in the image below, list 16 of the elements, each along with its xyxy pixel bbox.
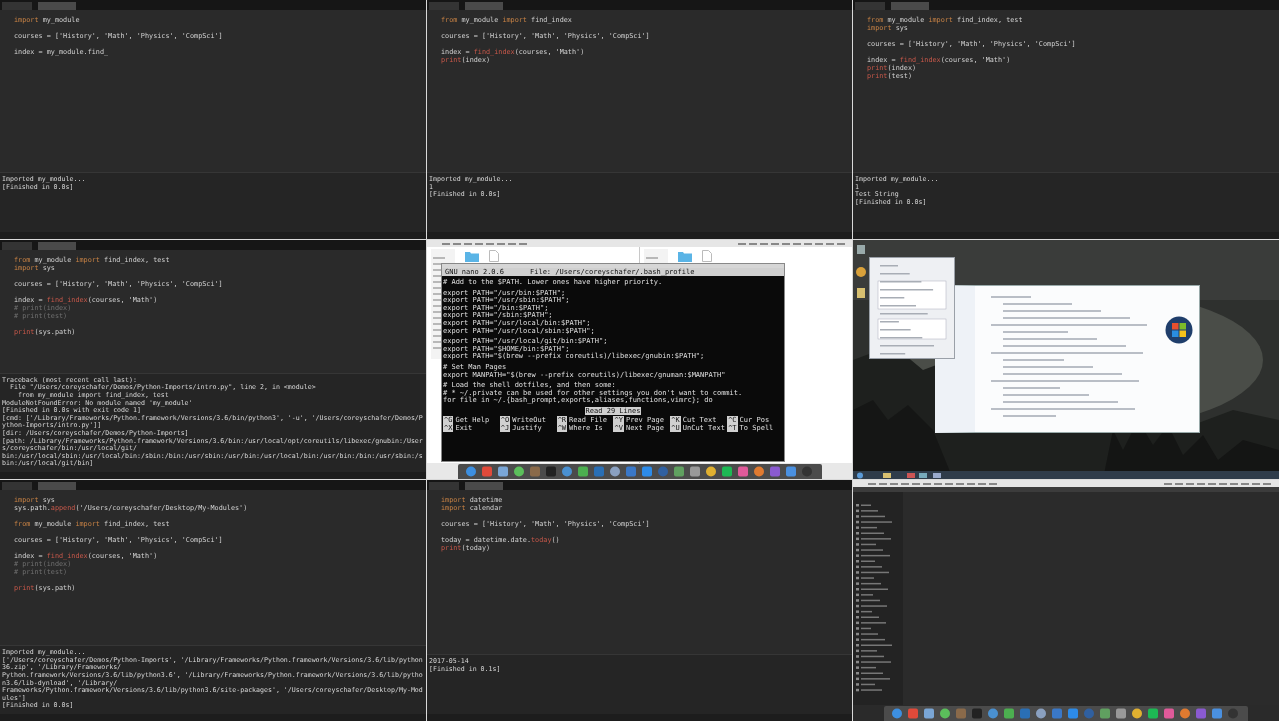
editor-tab[interactable] [891,2,929,10]
editor-tab[interactable] [429,482,459,490]
file-icon[interactable] [702,250,712,262]
flag-logo-icon [1165,316,1193,344]
editor-tab[interactable] [2,242,32,250]
editor-tab[interactable] [38,482,76,490]
editor-tab[interactable] [2,2,32,10]
editor-tab[interactable] [465,482,503,490]
editor-tab[interactable] [2,482,32,490]
editor-tab[interactable] [429,2,459,10]
editor-tab[interactable] [38,242,76,250]
file-icon[interactable] [489,250,499,262]
editor-tab[interactable] [465,2,503,10]
desktop-icons-drawing[interactable] [855,244,867,300]
editor-tab[interactable] [38,2,76,10]
editor-tab[interactable] [855,2,885,10]
